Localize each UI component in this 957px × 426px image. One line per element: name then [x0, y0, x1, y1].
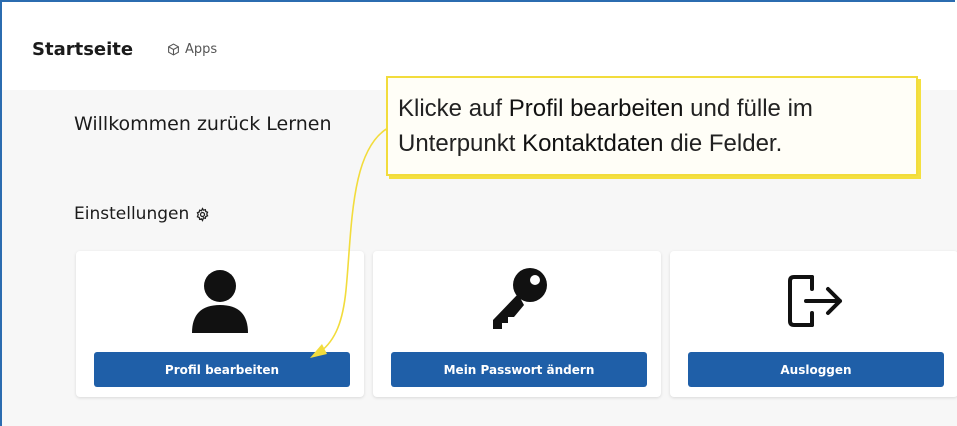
apps-link[interactable]: Apps	[167, 42, 217, 57]
cube-icon	[168, 43, 179, 56]
logout-card: Ausloggen	[670, 251, 957, 397]
gear-icon	[196, 206, 209, 222]
password-card: Mein Passwort ändern	[373, 251, 661, 397]
callout-text-3: Unterpunkt	[398, 129, 523, 157]
key-icon	[493, 268, 547, 329]
settings-label: Einstellungen	[74, 204, 190, 224]
user-icon	[192, 270, 248, 333]
settings-heading: Einstellungen	[74, 204, 210, 224]
change-password-button[interactable]: Mein Passwort ändern	[391, 352, 647, 387]
profile-card: Profil bearbeiten	[76, 251, 364, 397]
logout-icon	[788, 275, 842, 327]
home-link[interactable]: Startseite	[32, 39, 133, 60]
welcome-heading: Willkommen zurück Lernen	[74, 113, 332, 135]
instruction-callout: Klicke auf Profil bearbeiten und fülle i…	[386, 76, 918, 176]
callout-text-2: und fülle im	[683, 95, 813, 122]
callout-highlight-profile: Profil bearbeiten	[508, 95, 684, 122]
apps-label: Apps	[185, 42, 218, 57]
callout-text-1: Klicke auf	[398, 95, 509, 122]
callout-highlight-contact: Kontaktdaten	[522, 129, 664, 157]
callout-text-4: die Felder.	[663, 129, 783, 157]
edit-profile-button[interactable]: Profil bearbeiten	[94, 352, 350, 387]
logout-button[interactable]: Ausloggen	[688, 352, 944, 387]
